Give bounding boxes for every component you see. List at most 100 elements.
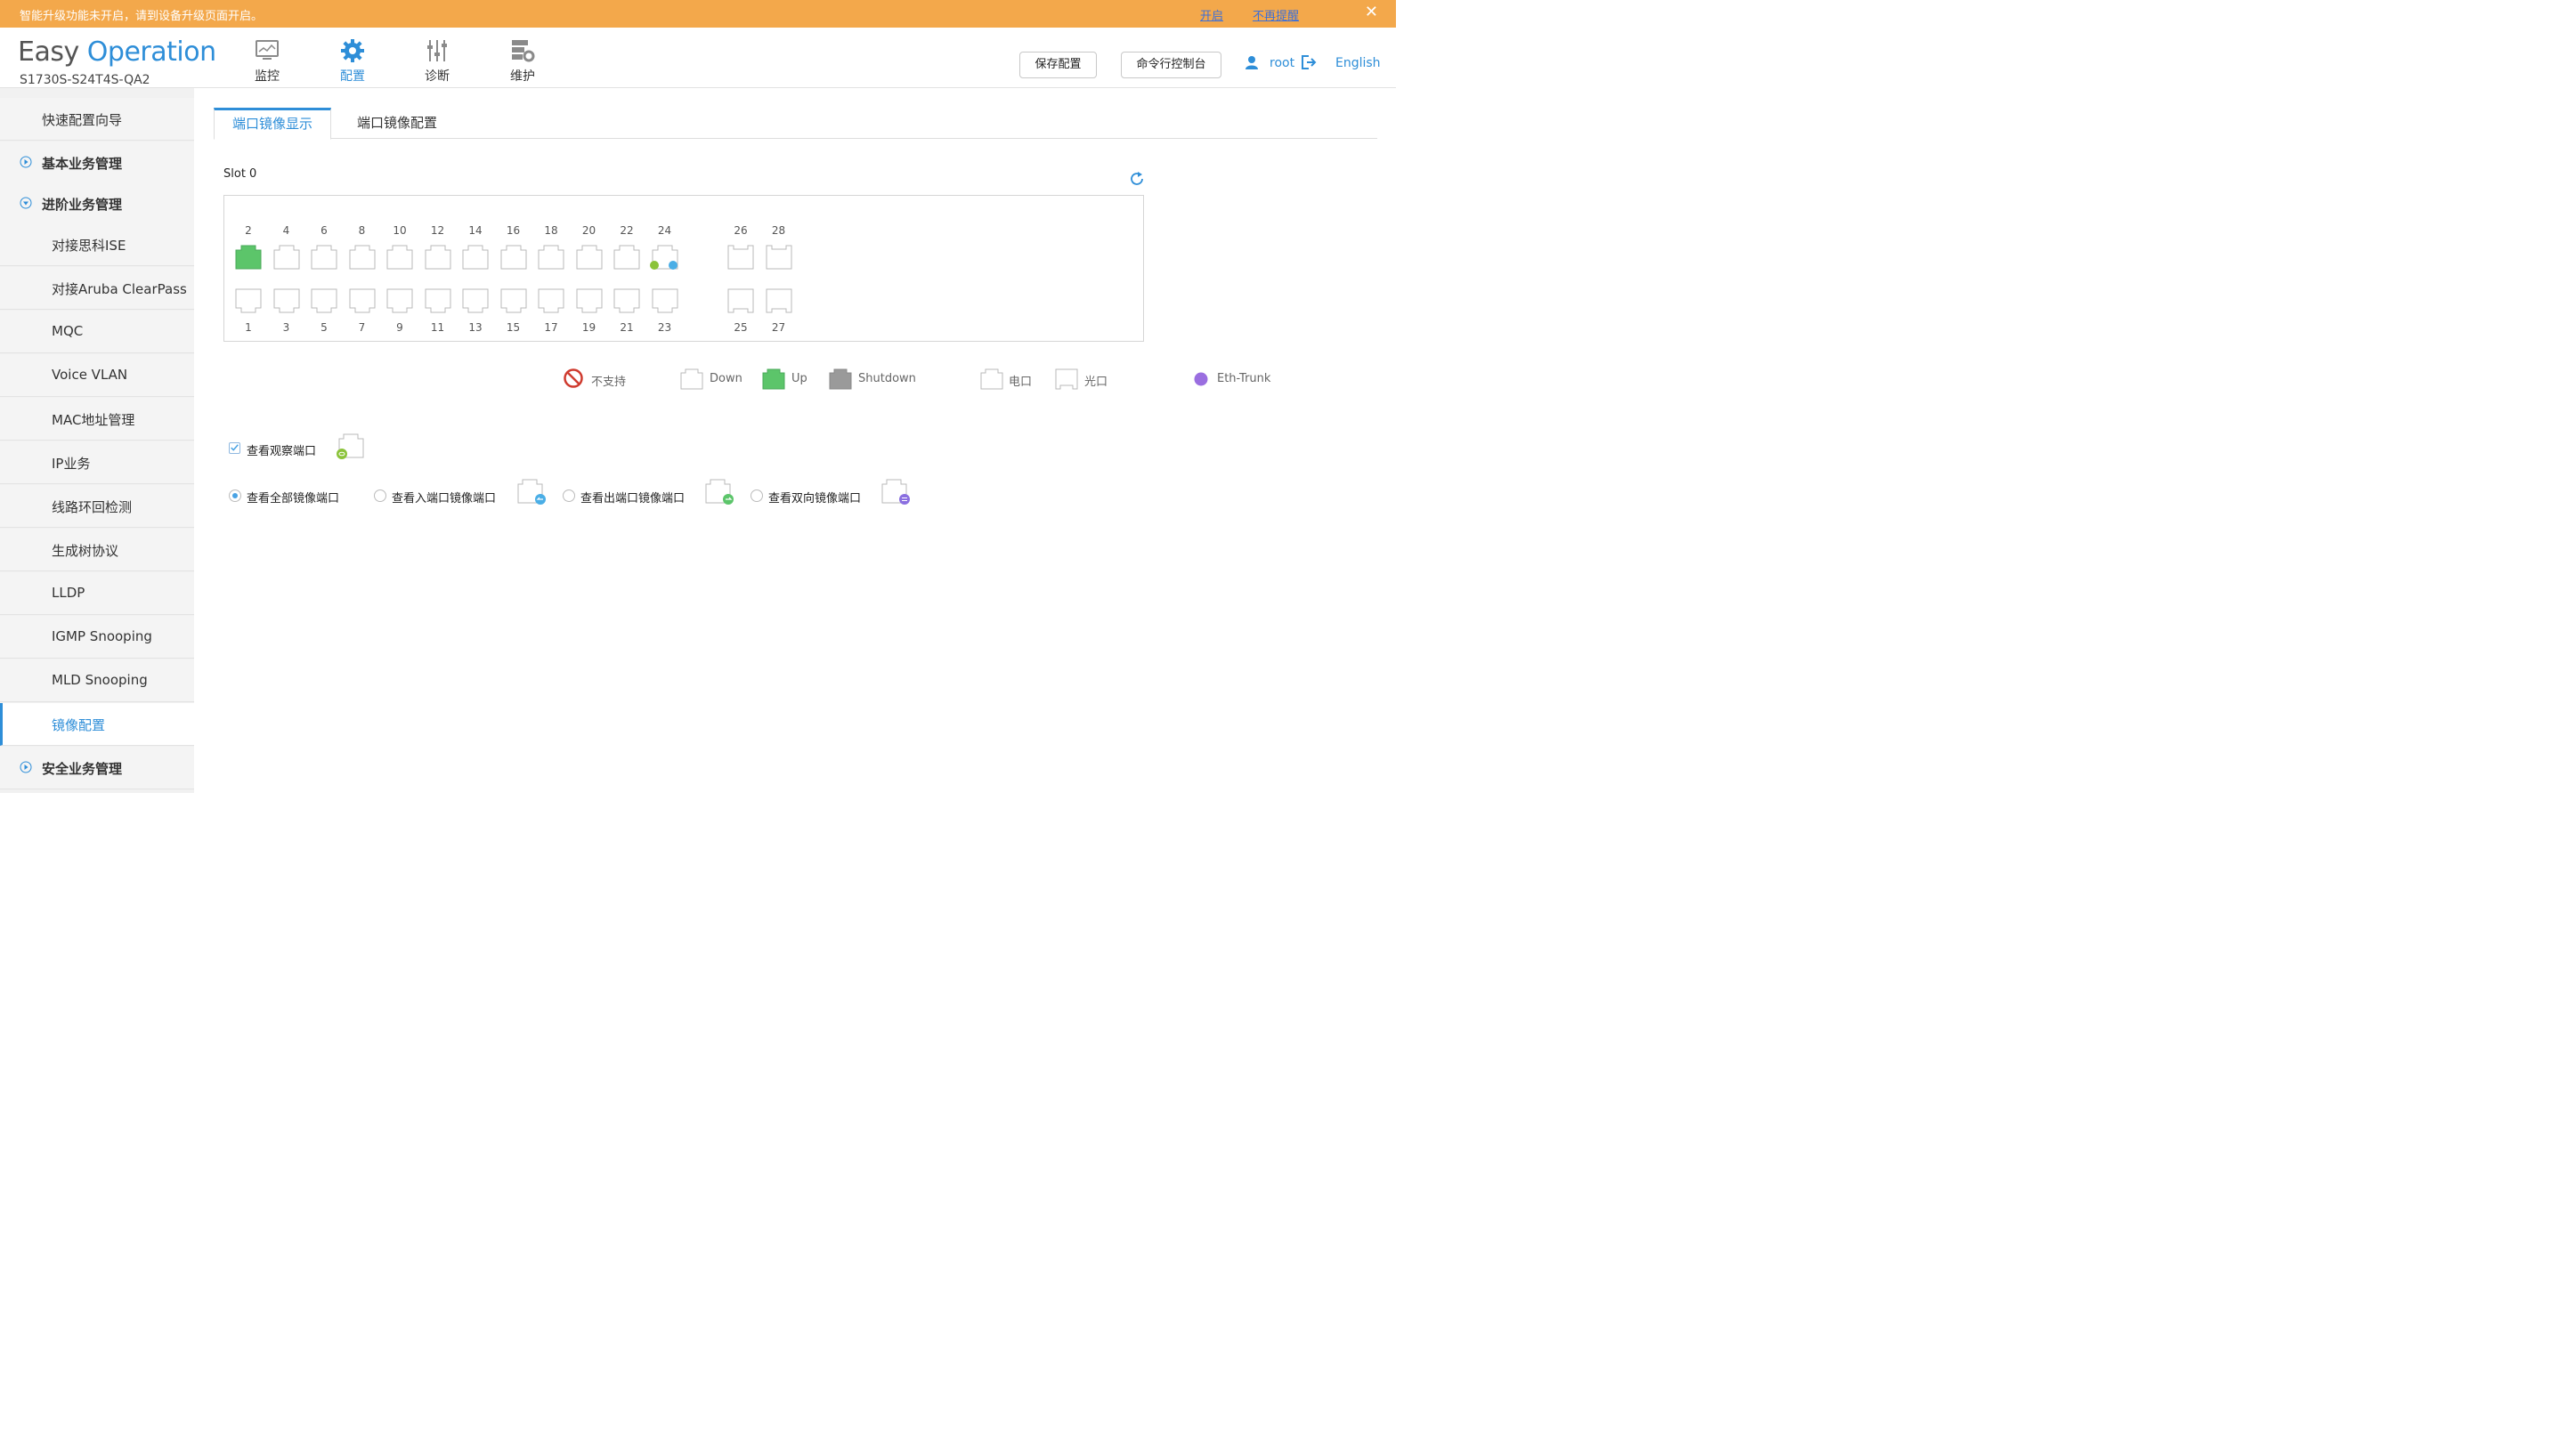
- nav-monitor[interactable]: 监控: [240, 28, 294, 88]
- view-inbound-radio[interactable]: [374, 489, 386, 502]
- nav-diagnose[interactable]: 诊断: [410, 28, 464, 88]
- sidebar-item-voice-vlan[interactable]: Voice VLAN: [0, 354, 194, 397]
- sidebar-item-mld-snooping[interactable]: MLD Snooping: [0, 659, 194, 702]
- tab-mirror-display[interactable]: 端口镜像显示: [214, 108, 332, 140]
- port-number: 19: [581, 321, 596, 334]
- check-icon: [231, 444, 239, 451]
- port-21[interactable]: [613, 288, 640, 313]
- port-number: 1: [245, 321, 252, 334]
- sidebar-item-loopback-detect[interactable]: 线路环回检测: [0, 485, 194, 528]
- port-5[interactable]: [311, 288, 337, 313]
- language-switch[interactable]: English: [1335, 56, 1381, 70]
- legend-eth-trunk: Eth-Trunk: [1217, 372, 1271, 385]
- maintenance-icon: [512, 40, 535, 62]
- view-all-radio[interactable]: [229, 489, 241, 502]
- port-number: 13: [468, 321, 483, 334]
- view-all-label: 查看全部镜像端口: [247, 492, 340, 506]
- bidirectional-mirror-icon: [881, 479, 910, 505]
- nav-maintain[interactable]: 维护: [496, 28, 549, 88]
- port-1[interactable]: [235, 288, 262, 313]
- close-icon[interactable]: ✕: [1365, 3, 1378, 21]
- nav-label-maintain: 维护: [510, 69, 535, 84]
- tab-mirror-config[interactable]: 端口镜像配置: [339, 108, 455, 139]
- collapse-icon: [20, 197, 32, 209]
- sidebar: 快速配置向导 基本业务管理 进阶业务管理 对接思科ISE 对接Aruba Cle…: [0, 88, 194, 793]
- sidebar-group-basic[interactable]: 基本业务管理: [0, 142, 194, 184]
- save-config-button[interactable]: 保存配置: [1019, 52, 1097, 78]
- port-number: 12: [430, 224, 445, 237]
- sidebar-item-cisco-ise[interactable]: 对接思科ISE: [0, 223, 194, 266]
- port-number: 28: [771, 224, 786, 237]
- nav-config[interactable]: 配置: [326, 28, 379, 88]
- enable-upgrade-link[interactable]: 开启: [1200, 6, 1223, 23]
- port-26[interactable]: [727, 245, 754, 270]
- port-number: 16: [506, 224, 521, 237]
- port-number: 5: [320, 321, 328, 334]
- expand-icon: [20, 156, 32, 168]
- port-25[interactable]: [727, 288, 754, 313]
- port-9[interactable]: [386, 288, 413, 313]
- port-2[interactable]: [235, 245, 262, 270]
- port-number: 4: [282, 224, 290, 237]
- port-12[interactable]: [425, 245, 451, 270]
- port-24-observe[interactable]: [649, 245, 678, 270]
- port-17[interactable]: [538, 288, 564, 313]
- port-number: 14: [468, 224, 483, 237]
- optical-port-icon: [1055, 368, 1078, 390]
- sidebar-item-stp[interactable]: 生成树协议: [0, 529, 194, 571]
- dismiss-notice-link[interactable]: 不再提醒: [1253, 6, 1299, 23]
- electric-port-icon: [980, 368, 1003, 390]
- port-4[interactable]: [273, 245, 300, 270]
- port-8[interactable]: [349, 245, 376, 270]
- logout-icon[interactable]: [1301, 54, 1317, 70]
- port-14[interactable]: [462, 245, 489, 270]
- cli-console-button[interactable]: 命令行控制台: [1121, 52, 1221, 78]
- sidebar-group-security[interactable]: 安全业务管理: [0, 747, 194, 789]
- monitor-icon: [256, 40, 279, 60]
- port-20[interactable]: [576, 245, 603, 270]
- port-shutdown-icon: [829, 368, 852, 390]
- port-number: 6: [320, 224, 328, 237]
- port-number: 23: [657, 321, 672, 334]
- observe-port-checkbox[interactable]: [229, 442, 240, 454]
- port-13[interactable]: [462, 288, 489, 313]
- port-up-icon: [762, 368, 785, 390]
- port-3[interactable]: [273, 288, 300, 313]
- port-number: 26: [734, 224, 748, 237]
- view-bidirectional-label: 查看双向镜像端口: [768, 492, 862, 506]
- port-22[interactable]: [613, 245, 640, 270]
- port-28[interactable]: [766, 245, 792, 270]
- port-19[interactable]: [576, 288, 603, 313]
- port-7[interactable]: [349, 288, 376, 313]
- port-10[interactable]: [386, 245, 413, 270]
- port-18[interactable]: [538, 245, 564, 270]
- port-number: 20: [581, 224, 596, 237]
- sidebar-item-lldp[interactable]: LLDP: [0, 572, 194, 615]
- sidebar-item-aruba-clearpass[interactable]: 对接Aruba ClearPass: [0, 267, 194, 310]
- unsupported-icon: [564, 368, 583, 388]
- port-number: 8: [358, 224, 366, 237]
- port-6[interactable]: [311, 245, 337, 270]
- sidebar-item-quick-wizard[interactable]: 快速配置向导: [0, 98, 194, 141]
- port-number: 27: [771, 321, 786, 334]
- sidebar-item-mirror-config[interactable]: 镜像配置: [0, 703, 194, 746]
- refresh-icon[interactable]: [1129, 171, 1145, 187]
- notice-message: 智能升级功能未开启，请到设备升级页面开启。: [20, 10, 264, 23]
- legend-down: Down: [710, 372, 742, 385]
- sidebar-item-igmp-snooping[interactable]: IGMP Snooping: [0, 616, 194, 659]
- port-27[interactable]: [766, 288, 792, 313]
- port-11[interactable]: [425, 288, 451, 313]
- upgrade-notice-bar: 智能升级功能未开启，请到设备升级页面开启。 开启 不再提醒 ✕: [0, 0, 1396, 28]
- port-15[interactable]: [500, 288, 527, 313]
- username[interactable]: root: [1270, 56, 1294, 70]
- sidebar-item-ip-service[interactable]: IP业务: [0, 441, 194, 484]
- port-23[interactable]: [652, 288, 678, 313]
- view-outbound-radio[interactable]: [563, 489, 575, 502]
- sidebar-item-mqc[interactable]: MQC: [0, 311, 194, 353]
- sidebar-item-mac-address[interactable]: MAC地址管理: [0, 398, 194, 441]
- sidebar-group-advanced[interactable]: 进阶业务管理: [0, 182, 194, 225]
- expand-icon: [20, 761, 32, 773]
- port-16[interactable]: [500, 245, 527, 270]
- view-bidirectional-radio[interactable]: [751, 489, 763, 502]
- legend-electric: 电口: [1009, 376, 1033, 389]
